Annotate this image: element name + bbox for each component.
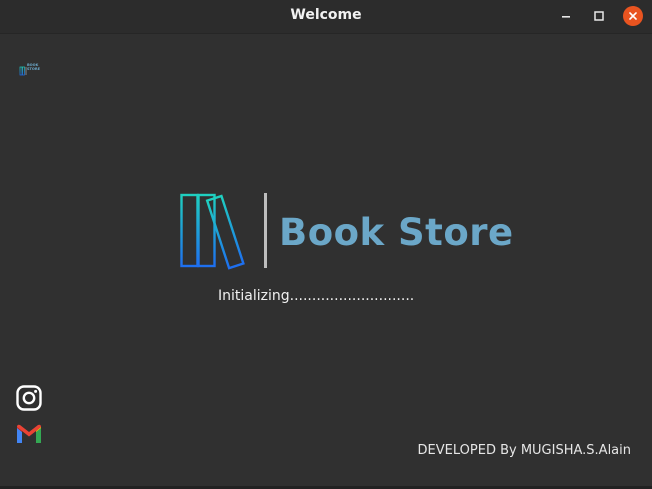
splash-content: BOOK STORE Book Store Initializing......… (0, 34, 652, 486)
instagram-icon (16, 385, 42, 411)
close-button[interactable] (623, 6, 643, 26)
mini-logo: BOOK STORE (19, 62, 45, 81)
instagram-button[interactable] (16, 385, 42, 411)
mini-logo-text: BOOK STORE (27, 63, 40, 71)
gmail-button[interactable] (16, 423, 42, 449)
developer-credit: DEVELOPED By MUGISHA.S.Alain (417, 443, 631, 458)
title-bar[interactable]: Welcome (0, 0, 652, 34)
bookshelf-icon (180, 193, 245, 270)
close-icon (629, 12, 637, 20)
maximize-icon (594, 11, 604, 21)
maximize-button[interactable] (589, 6, 609, 26)
welcome-window: Welcome BOOK STORE Book Store Initializi… (0, 0, 652, 489)
minimize-icon (562, 16, 570, 18)
logo-divider (264, 193, 267, 268)
app-logo: Book Store (180, 193, 520, 271)
gmail-icon (17, 424, 41, 443)
minimize-button[interactable] (556, 6, 576, 26)
app-title: Book Store (279, 211, 514, 254)
window-title: Welcome (290, 7, 362, 23)
loading-status: Initializing............................ (218, 288, 415, 304)
